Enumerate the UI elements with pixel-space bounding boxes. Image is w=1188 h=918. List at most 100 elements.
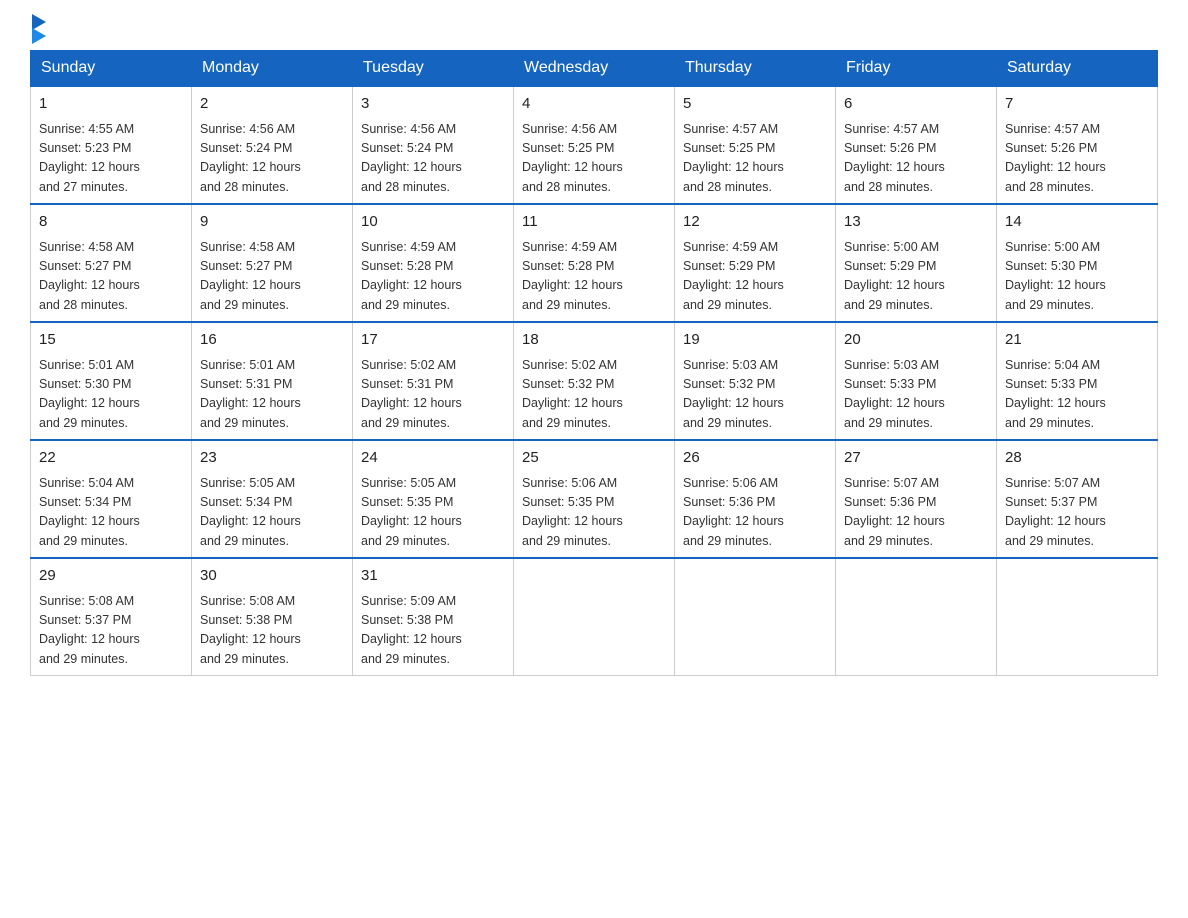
day-number: 13: [844, 211, 988, 234]
day-header-saturday: Saturday: [997, 51, 1158, 87]
day-info: Sunrise: 5:06 AM Sunset: 5:36 PM Dayligh…: [683, 474, 827, 552]
logo: [30, 20, 46, 40]
calendar-cell: 25 Sunrise: 5:06 AM Sunset: 5:35 PM Dayl…: [514, 440, 675, 558]
day-info: Sunrise: 5:03 AM Sunset: 5:33 PM Dayligh…: [844, 356, 988, 434]
calendar-cell: 13 Sunrise: 5:00 AM Sunset: 5:29 PM Dayl…: [836, 204, 997, 322]
days-header-row: SundayMondayTuesdayWednesdayThursdayFrid…: [31, 51, 1158, 87]
day-info: Sunrise: 5:09 AM Sunset: 5:38 PM Dayligh…: [361, 592, 505, 670]
calendar-cell: 29 Sunrise: 5:08 AM Sunset: 5:37 PM Dayl…: [31, 558, 192, 676]
day-info: Sunrise: 5:04 AM Sunset: 5:34 PM Dayligh…: [39, 474, 183, 552]
day-number: 23: [200, 447, 344, 470]
calendar-cell: 9 Sunrise: 4:58 AM Sunset: 5:27 PM Dayli…: [192, 204, 353, 322]
day-number: 17: [361, 329, 505, 352]
day-number: 27: [844, 447, 988, 470]
day-number: 19: [683, 329, 827, 352]
day-info: Sunrise: 5:07 AM Sunset: 5:36 PM Dayligh…: [844, 474, 988, 552]
calendar-cell: [836, 558, 997, 676]
day-number: 31: [361, 565, 505, 588]
day-number: 6: [844, 93, 988, 116]
day-info: Sunrise: 5:08 AM Sunset: 5:38 PM Dayligh…: [200, 592, 344, 670]
calendar-cell: 10 Sunrise: 4:59 AM Sunset: 5:28 PM Dayl…: [353, 204, 514, 322]
calendar-cell: 23 Sunrise: 5:05 AM Sunset: 5:34 PM Dayl…: [192, 440, 353, 558]
calendar-cell: 4 Sunrise: 4:56 AM Sunset: 5:25 PM Dayli…: [514, 86, 675, 204]
day-header-tuesday: Tuesday: [353, 51, 514, 87]
calendar-cell: [675, 558, 836, 676]
calendar-cell: 5 Sunrise: 4:57 AM Sunset: 5:25 PM Dayli…: [675, 86, 836, 204]
calendar-cell: 27 Sunrise: 5:07 AM Sunset: 5:36 PM Dayl…: [836, 440, 997, 558]
calendar-cell: 31 Sunrise: 5:09 AM Sunset: 5:38 PM Dayl…: [353, 558, 514, 676]
calendar-cell: 18 Sunrise: 5:02 AM Sunset: 5:32 PM Dayl…: [514, 322, 675, 440]
day-info: Sunrise: 5:05 AM Sunset: 5:34 PM Dayligh…: [200, 474, 344, 552]
day-info: Sunrise: 5:02 AM Sunset: 5:31 PM Dayligh…: [361, 356, 505, 434]
day-info: Sunrise: 5:00 AM Sunset: 5:29 PM Dayligh…: [844, 238, 988, 316]
calendar-cell: 30 Sunrise: 5:08 AM Sunset: 5:38 PM Dayl…: [192, 558, 353, 676]
week-row-3: 15 Sunrise: 5:01 AM Sunset: 5:30 PM Dayl…: [31, 322, 1158, 440]
day-number: 2: [200, 93, 344, 116]
day-info: Sunrise: 4:59 AM Sunset: 5:29 PM Dayligh…: [683, 238, 827, 316]
calendar-cell: 26 Sunrise: 5:06 AM Sunset: 5:36 PM Dayl…: [675, 440, 836, 558]
day-info: Sunrise: 5:01 AM Sunset: 5:31 PM Dayligh…: [200, 356, 344, 434]
calendar-cell: 14 Sunrise: 5:00 AM Sunset: 5:30 PM Dayl…: [997, 204, 1158, 322]
page-header: [30, 20, 1158, 40]
day-number: 25: [522, 447, 666, 470]
day-number: 21: [1005, 329, 1149, 352]
day-info: Sunrise: 4:56 AM Sunset: 5:25 PM Dayligh…: [522, 120, 666, 198]
week-row-4: 22 Sunrise: 5:04 AM Sunset: 5:34 PM Dayl…: [31, 440, 1158, 558]
day-info: Sunrise: 5:01 AM Sunset: 5:30 PM Dayligh…: [39, 356, 183, 434]
day-number: 11: [522, 211, 666, 234]
day-number: 5: [683, 93, 827, 116]
day-number: 14: [1005, 211, 1149, 234]
day-number: 9: [200, 211, 344, 234]
calendar-cell: 28 Sunrise: 5:07 AM Sunset: 5:37 PM Dayl…: [997, 440, 1158, 558]
week-row-1: 1 Sunrise: 4:55 AM Sunset: 5:23 PM Dayli…: [31, 86, 1158, 204]
calendar-cell: 3 Sunrise: 4:56 AM Sunset: 5:24 PM Dayli…: [353, 86, 514, 204]
day-info: Sunrise: 5:03 AM Sunset: 5:32 PM Dayligh…: [683, 356, 827, 434]
day-number: 12: [683, 211, 827, 234]
day-header-friday: Friday: [836, 51, 997, 87]
calendar-cell: 17 Sunrise: 5:02 AM Sunset: 5:31 PM Dayl…: [353, 322, 514, 440]
day-number: 20: [844, 329, 988, 352]
day-header-wednesday: Wednesday: [514, 51, 675, 87]
day-number: 1: [39, 93, 183, 116]
calendar-cell: 11 Sunrise: 4:59 AM Sunset: 5:28 PM Dayl…: [514, 204, 675, 322]
day-info: Sunrise: 4:58 AM Sunset: 5:27 PM Dayligh…: [200, 238, 344, 316]
week-row-2: 8 Sunrise: 4:58 AM Sunset: 5:27 PM Dayli…: [31, 204, 1158, 322]
calendar-cell: 21 Sunrise: 5:04 AM Sunset: 5:33 PM Dayl…: [997, 322, 1158, 440]
day-info: Sunrise: 4:56 AM Sunset: 5:24 PM Dayligh…: [200, 120, 344, 198]
day-info: Sunrise: 4:59 AM Sunset: 5:28 PM Dayligh…: [361, 238, 505, 316]
day-number: 22: [39, 447, 183, 470]
day-info: Sunrise: 4:59 AM Sunset: 5:28 PM Dayligh…: [522, 238, 666, 316]
calendar-cell: 24 Sunrise: 5:05 AM Sunset: 5:35 PM Dayl…: [353, 440, 514, 558]
day-number: 3: [361, 93, 505, 116]
day-info: Sunrise: 4:56 AM Sunset: 5:24 PM Dayligh…: [361, 120, 505, 198]
calendar-cell: 16 Sunrise: 5:01 AM Sunset: 5:31 PM Dayl…: [192, 322, 353, 440]
day-info: Sunrise: 5:07 AM Sunset: 5:37 PM Dayligh…: [1005, 474, 1149, 552]
calendar-cell: 20 Sunrise: 5:03 AM Sunset: 5:33 PM Dayl…: [836, 322, 997, 440]
day-info: Sunrise: 4:57 AM Sunset: 5:26 PM Dayligh…: [844, 120, 988, 198]
day-info: Sunrise: 5:02 AM Sunset: 5:32 PM Dayligh…: [522, 356, 666, 434]
day-header-sunday: Sunday: [31, 51, 192, 87]
day-number: 16: [200, 329, 344, 352]
day-number: 4: [522, 93, 666, 116]
day-info: Sunrise: 4:55 AM Sunset: 5:23 PM Dayligh…: [39, 120, 183, 198]
calendar-cell: 2 Sunrise: 4:56 AM Sunset: 5:24 PM Dayli…: [192, 86, 353, 204]
calendar-cell: 12 Sunrise: 4:59 AM Sunset: 5:29 PM Dayl…: [675, 204, 836, 322]
calendar-cell: [997, 558, 1158, 676]
day-number: 29: [39, 565, 183, 588]
logo-flag-icon: [32, 14, 46, 44]
day-header-monday: Monday: [192, 51, 353, 87]
day-info: Sunrise: 5:08 AM Sunset: 5:37 PM Dayligh…: [39, 592, 183, 670]
day-number: 26: [683, 447, 827, 470]
day-number: 7: [1005, 93, 1149, 116]
day-number: 8: [39, 211, 183, 234]
day-number: 30: [200, 565, 344, 588]
day-info: Sunrise: 4:58 AM Sunset: 5:27 PM Dayligh…: [39, 238, 183, 316]
day-info: Sunrise: 5:00 AM Sunset: 5:30 PM Dayligh…: [1005, 238, 1149, 316]
week-row-5: 29 Sunrise: 5:08 AM Sunset: 5:37 PM Dayl…: [31, 558, 1158, 676]
day-header-thursday: Thursday: [675, 51, 836, 87]
day-number: 15: [39, 329, 183, 352]
day-info: Sunrise: 4:57 AM Sunset: 5:26 PM Dayligh…: [1005, 120, 1149, 198]
day-info: Sunrise: 5:04 AM Sunset: 5:33 PM Dayligh…: [1005, 356, 1149, 434]
calendar-cell: 19 Sunrise: 5:03 AM Sunset: 5:32 PM Dayl…: [675, 322, 836, 440]
calendar-cell: 1 Sunrise: 4:55 AM Sunset: 5:23 PM Dayli…: [31, 86, 192, 204]
